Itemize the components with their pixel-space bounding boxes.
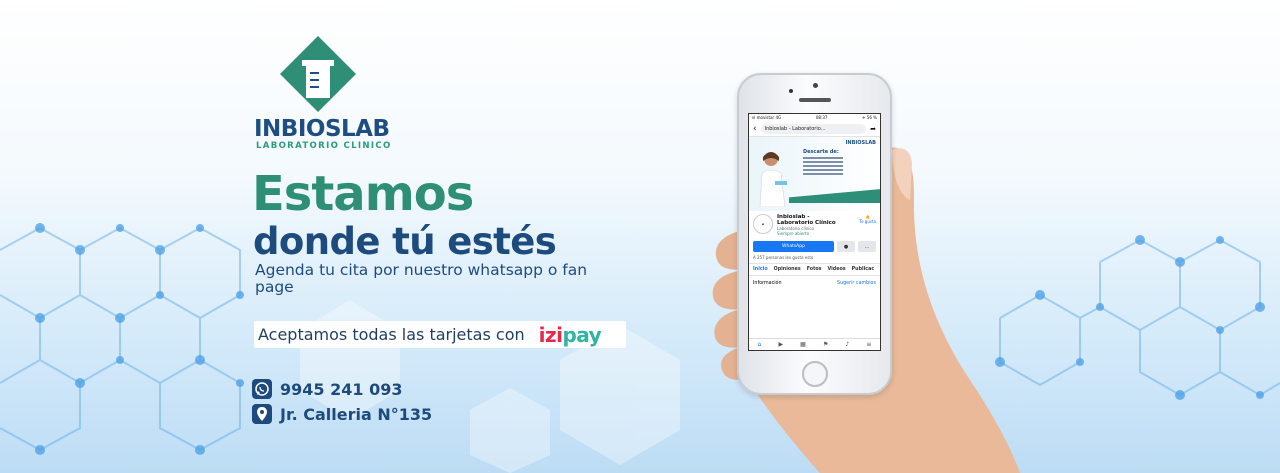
lab-technician-image	[759, 152, 787, 207]
cover-text-lines	[803, 157, 843, 177]
suggest-changes-link[interactable]: Sugerir cambios	[837, 281, 876, 286]
share-icon[interactable]: ➦	[870, 125, 876, 133]
phone-camera	[813, 83, 818, 88]
fb-search-field[interactable]: Inbioslab - Laboratorio...	[760, 124, 867, 134]
whatsapp-button[interactable]: WhatsApp	[753, 241, 834, 252]
bell-icon[interactable]: ♪	[845, 341, 849, 348]
fb-top-bar: ‹ Inbioslab - Laboratorio... ➦	[749, 122, 880, 137]
fb-profile-row: ◆ Inbioslab - Laboratorio Clínico Labora…	[749, 211, 880, 239]
page-open-status: Siempre abierto	[777, 231, 810, 236]
back-arrow-icon[interactable]: ‹	[753, 124, 757, 134]
fb-bottom-nav: ⌂ ▶ ▦ ⚑ ♪ ≡	[749, 338, 880, 350]
status-bar: ııl movistar 4G 08:37 ✈ 56 %	[752, 115, 877, 120]
video-icon[interactable]: ▶	[778, 341, 783, 348]
cover-title: Descarte de:	[803, 149, 839, 155]
more-button[interactable]: …	[858, 241, 876, 252]
smartphone: ııl movistar 4G 08:37 ✈ 56 % ‹ Inbioslab…	[737, 73, 892, 395]
info-label: Información	[753, 281, 782, 286]
cover-brand: INBIOSLAB	[845, 140, 876, 146]
tab-videos[interactable]: Videos	[828, 267, 846, 272]
fb-tabs: Inicio Opiniones Fotos Videos Publicac	[749, 263, 880, 276]
phone-sensor	[789, 89, 793, 93]
tab-inicio[interactable]: Inicio	[753, 267, 768, 272]
marketplace-icon[interactable]: ▦	[800, 341, 806, 348]
tab-publicaciones[interactable]: Publicac	[852, 267, 875, 272]
phone-home-button	[802, 361, 828, 387]
like-button[interactable]: 👍 Te gusta	[859, 214, 876, 236]
phone-speaker	[799, 98, 831, 102]
info-row: Información Sugerir cambios	[749, 276, 880, 291]
home-icon[interactable]: ⌂	[758, 341, 762, 348]
hand-image	[712, 147, 1020, 473]
messenger-button[interactable]: ●	[837, 241, 855, 252]
flag-icon[interactable]: ⚑	[823, 341, 828, 348]
cover-green-band	[789, 189, 880, 203]
page-avatar[interactable]: ◆	[753, 214, 773, 234]
hero-banner: INBIOSLAB LABORATORIO CLINICO Estamos do…	[0, 0, 1280, 473]
page-name: Inbioslab - Laboratorio Clínico	[777, 214, 836, 226]
tab-opiniones[interactable]: Opiniones	[774, 267, 801, 272]
fb-action-row: WhatsApp ● …	[749, 239, 880, 254]
menu-icon[interactable]: ≡	[866, 341, 871, 348]
tab-fotos[interactable]: Fotos	[807, 267, 822, 272]
likes-count: A 257 personas les gusta esto	[753, 255, 814, 260]
phone-screen: ııl movistar 4G 08:37 ✈ 56 % ‹ Inbioslab…	[748, 113, 881, 351]
fb-cover-image: INBIOSLAB Descarte de:	[749, 137, 880, 211]
